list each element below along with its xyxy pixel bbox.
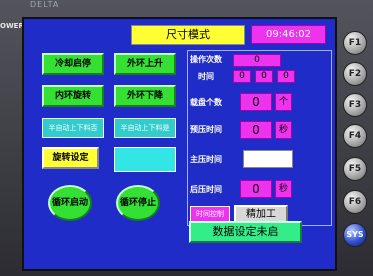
cycle-stop-button[interactable]: 循环停止 [116, 185, 160, 221]
mainpress-time-label: 主压时间 [190, 155, 222, 164]
postpress-time-label: 后压时间 [190, 185, 222, 194]
mainpress-time-value[interactable] [243, 150, 293, 168]
f2-key[interactable]: F2 [343, 62, 367, 86]
semi-auto-no-button[interactable]: 半自动上下料否 [42, 118, 104, 138]
hmi-screen: 尺寸模式 09:46:02 冷却启停 外环上升 内环旋转 外环下降 半自动上下料… [22, 17, 337, 271]
parameter-panel: 操作次数 0 时间 0 0 0 载盘个数 0 个 预压时间 0 秒 主压时间 后… [187, 50, 332, 226]
op-count-label: 操作次数 [190, 55, 222, 64]
sys-key[interactable]: SYS [343, 223, 367, 247]
outer-up-button[interactable]: 外环上升 [114, 53, 176, 75]
outer-down-button[interactable]: 外环下降 [114, 85, 176, 107]
tray-count-unit: 个 [275, 93, 292, 111]
f3-key[interactable]: F3 [343, 93, 367, 117]
f4-key[interactable]: F4 [343, 124, 367, 148]
postpress-time-value[interactable]: 0 [240, 180, 272, 198]
prepress-time-label: 预压时间 [190, 125, 222, 134]
time-value-3: 0 [277, 70, 295, 83]
inner-rotate-button[interactable]: 内环旋转 [42, 85, 104, 107]
semi-auto-yes-button[interactable]: 半自动上下料是 [114, 118, 176, 138]
data-setting-button[interactable]: 数据设定未启 [189, 221, 302, 243]
status-indicator [114, 147, 176, 172]
rotate-setting-button[interactable]: 旋转设定 [42, 147, 99, 169]
tray-count-value[interactable]: 0 [240, 93, 272, 111]
tray-count-label: 载盘个数 [190, 98, 222, 107]
op-count-value: 0 [233, 54, 281, 67]
time-value-1: 0 [233, 70, 251, 83]
prepress-time-unit: 秒 [275, 121, 292, 139]
brand-logo: DELTA [30, 0, 60, 9]
page-title: 尺寸模式 [131, 25, 245, 45]
time-label: 时间 [198, 72, 214, 81]
cycle-start-button[interactable]: 循环启动 [48, 185, 92, 221]
postpress-time-unit: 秒 [275, 180, 292, 198]
cool-start-button[interactable]: 冷却启停 [42, 53, 104, 75]
power-label: OWER [0, 22, 24, 30]
clock-display: 09:46:02 [251, 25, 326, 44]
time-value-2: 0 [255, 70, 273, 83]
f5-key[interactable]: F5 [343, 157, 367, 181]
prepress-time-value[interactable]: 0 [240, 121, 272, 139]
f1-key[interactable]: F1 [343, 31, 367, 55]
f6-key[interactable]: F6 [343, 190, 367, 214]
